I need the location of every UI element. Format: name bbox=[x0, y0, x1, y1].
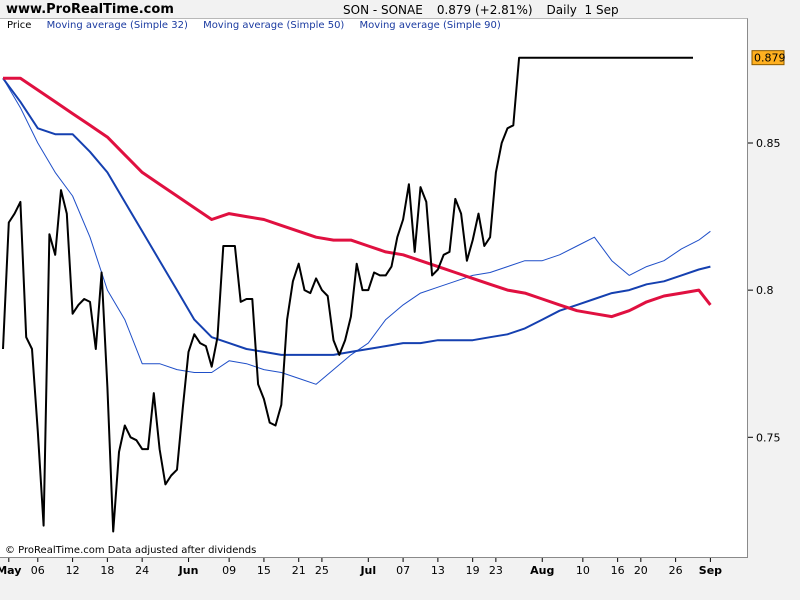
x-tick-label: 21 bbox=[292, 564, 306, 577]
x-tick-label: May bbox=[0, 564, 21, 577]
x-tick-label: 06 bbox=[31, 564, 45, 577]
x-tick-label: Jun bbox=[178, 564, 199, 577]
series-line-ma50 bbox=[2, 77, 711, 356]
x-tick-label: Sep bbox=[699, 564, 722, 577]
x-tick-label: 26 bbox=[669, 564, 683, 577]
x-tick-label: 12 bbox=[66, 564, 80, 577]
copyright-note: © ProRealTime.com Data adjusted after di… bbox=[5, 545, 257, 556]
price-chart: 0.75 0.8 0.85 May 06 12 18 24 Jun 09 15 21 25 Jul 07 1… bbox=[0, 50, 786, 577]
last-price-badge-text: 0.879 bbox=[754, 52, 786, 65]
y-tick-label: 0.8 bbox=[756, 284, 774, 297]
x-tick-label: 10 bbox=[576, 564, 590, 577]
series-line-ma32 bbox=[2, 78, 711, 385]
y-tick-label: 0.85 bbox=[756, 137, 781, 150]
x-tick-label: 16 bbox=[611, 564, 625, 577]
x-tick-label: Jul bbox=[359, 564, 376, 577]
series-line-ma90 bbox=[3, 76, 712, 319]
x-tick-label: 18 bbox=[100, 564, 114, 577]
x-tick-label: Aug bbox=[530, 564, 554, 577]
x-tick-label: 07 bbox=[396, 564, 410, 577]
x-tick-label: 20 bbox=[634, 564, 648, 577]
x-axis: May 06 12 18 24 Jun 09 15 21 25 Jul 07 13 19 23 Aug 10 16… bbox=[0, 558, 722, 577]
series-layer bbox=[2, 56, 712, 533]
x-tick-label: 19 bbox=[466, 564, 480, 577]
x-tick-label: 25 bbox=[315, 564, 329, 577]
y-tick-label: 0.75 bbox=[756, 431, 781, 444]
x-tick-label: 23 bbox=[489, 564, 503, 577]
x-tick-label: 13 bbox=[431, 564, 445, 577]
last-price-badge: 0.879 bbox=[751, 50, 786, 66]
series-line-price bbox=[2, 56, 693, 533]
x-tick-label: 15 bbox=[257, 564, 271, 577]
x-tick-label: 09 bbox=[222, 564, 236, 577]
y-axis: 0.75 0.8 0.85 bbox=[748, 137, 781, 444]
x-tick-label: 24 bbox=[135, 564, 149, 577]
